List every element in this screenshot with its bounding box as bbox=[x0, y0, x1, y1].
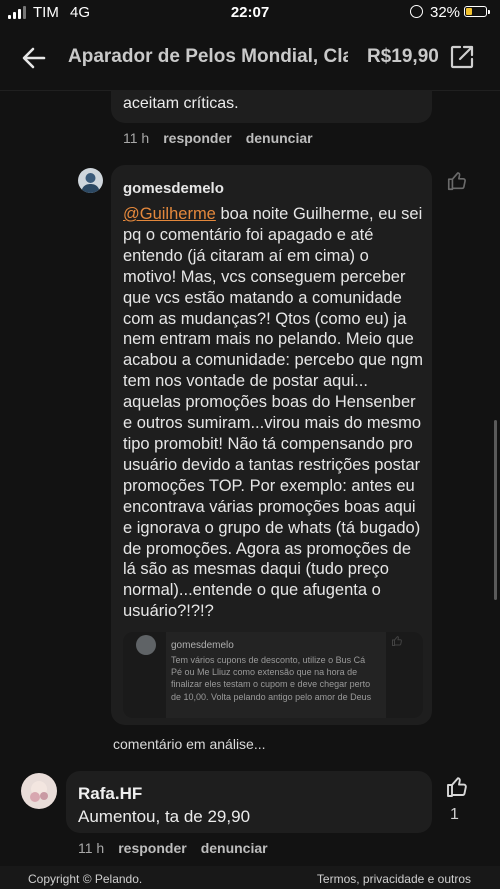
user-mention-link[interactable]: @Guilherme bbox=[123, 205, 216, 223]
thumbs-up-icon bbox=[392, 636, 402, 646]
avatar[interactable] bbox=[78, 168, 103, 193]
copyright-text: Copyright © Pelando. bbox=[28, 872, 143, 886]
report-button[interactable]: denunciar bbox=[201, 840, 268, 856]
thumbs-up-icon[interactable] bbox=[446, 170, 468, 192]
comment-time: 11 h bbox=[123, 130, 150, 146]
status-bar: TIM 4G 22:07 32% bbox=[0, 0, 500, 26]
previous-comment-meta: 11 h responder denunciar bbox=[123, 130, 313, 146]
user-avatar-image bbox=[30, 781, 48, 802]
previous-comment-text: aceitam críticas. bbox=[123, 95, 239, 112]
scrollbar[interactable] bbox=[494, 420, 497, 600]
footer: Copyright © Pelando. Termos, privacidade… bbox=[0, 866, 500, 889]
reply-text: Aumentou, ta de 29,90 bbox=[78, 807, 251, 826]
quoted-avatar bbox=[136, 635, 156, 655]
quoted-comment: gomesdemelo Tem vários cupons de descont… bbox=[123, 632, 423, 718]
reply-meta: 11 h responder denunciar bbox=[78, 840, 268, 856]
comment-text: boa noite Guilherme, eu sei pq o comentá… bbox=[123, 205, 423, 621]
user-avatar-image bbox=[81, 173, 100, 193]
terms-link[interactable]: Termos, privacidade e outros bbox=[317, 872, 471, 886]
battery-cap bbox=[488, 10, 490, 14]
clock: 22:07 bbox=[230, 4, 270, 21]
quoted-text: Tem vários cupons de desconto, utilize o… bbox=[171, 655, 372, 702]
comment-status: comentário em análise... bbox=[113, 736, 266, 752]
arrow-left-icon[interactable] bbox=[20, 44, 48, 72]
reply-button[interactable]: responder bbox=[118, 840, 186, 856]
quoted-username: gomesdemelo bbox=[171, 640, 234, 651]
deal-title[interactable]: Aparador de Pelos Mondial, Cla bbox=[68, 46, 348, 68]
battery-icon bbox=[464, 6, 487, 17]
battery-percent: 32% bbox=[430, 4, 461, 21]
reply-username[interactable]: Rafa.HF bbox=[78, 784, 142, 804]
app-header: Aparador de Pelos Mondial, Cla R$19,90 bbox=[0, 26, 500, 91]
like-count: 1 bbox=[450, 806, 459, 823]
reply-button[interactable]: responder bbox=[163, 130, 231, 146]
avatar[interactable] bbox=[21, 773, 57, 809]
comment-time: 11 h bbox=[78, 840, 105, 856]
report-button[interactable]: denunciar bbox=[246, 130, 313, 146]
comment-username[interactable]: gomesdemelo bbox=[123, 180, 224, 197]
comment-body: @Guilherme boa noite Guilherme, eu sei p… bbox=[123, 204, 423, 622]
deal-price: R$19,90 bbox=[367, 46, 439, 67]
thumbs-up-icon[interactable] bbox=[445, 775, 469, 799]
rotation-lock-icon bbox=[410, 5, 423, 18]
external-link-icon[interactable] bbox=[449, 44, 475, 70]
